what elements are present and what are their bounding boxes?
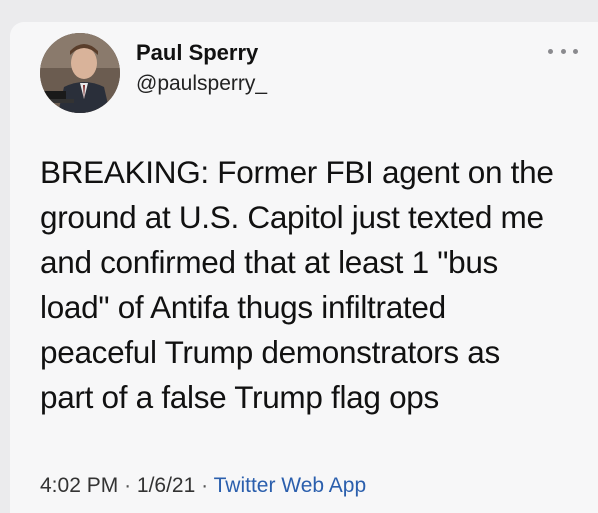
tweet-date[interactable]: 1/6/21 [137, 474, 195, 497]
tweet-line: load" of Antifa thugs infiltrated [40, 289, 446, 325]
meta-separator: · [201, 474, 209, 497]
tweet-line: ground at U.S. Capitol just texted me [40, 199, 544, 235]
tweet-line: and confirmed that at least 1 "bus [40, 244, 499, 280]
avatar-photo [40, 33, 120, 113]
tweet-line: part of a false Trump flag ops [40, 379, 439, 415]
more-dot [560, 48, 566, 54]
tweet-text: BREAKING: Former FBI agent on the ground… [40, 150, 585, 420]
tweet-time[interactable]: 4:02 PM [40, 474, 118, 497]
tweet-source-link[interactable]: Twitter Web App [214, 474, 367, 497]
more-dot [573, 48, 578, 54]
tweet-meta: 4:02 PM · 1/6/21 · Twitter Web App [40, 474, 366, 498]
user-handle[interactable]: @paulsperry_ [136, 72, 267, 96]
tweet-line: BREAKING: Former FBI agent on the [40, 154, 554, 190]
avatar[interactable] [40, 33, 120, 113]
more-dot [548, 48, 553, 54]
display-name[interactable]: Paul Sperry [136, 40, 258, 66]
more-horizontal-icon[interactable] [548, 44, 578, 58]
tweet-line: peaceful Trump demonstrators as [40, 334, 500, 370]
meta-separator: · [124, 474, 132, 497]
